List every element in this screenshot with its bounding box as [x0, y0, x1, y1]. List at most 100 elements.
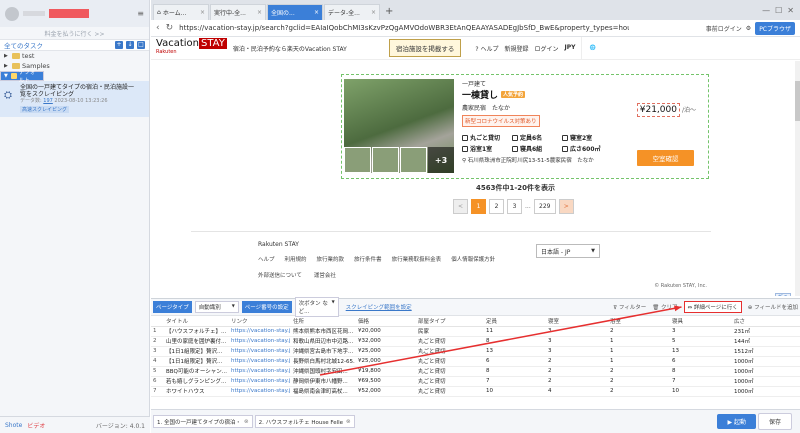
column-header[interactable]: 広さ: [731, 316, 800, 327]
listing-card[interactable]: +3 一戸建て 一棟貸し 人気予約 農家民宿 たなか 新型コロナウイルス対策あり…: [341, 74, 709, 179]
footer-link[interactable]: 利用規約: [285, 255, 307, 263]
table-row[interactable]: 7ホワイトハウスhttps://vacation-stay.jp/l/...福島…: [151, 386, 800, 397]
language-select[interactable]: 日本語 - JP ▼: [536, 244, 600, 258]
run-button[interactable]: ▶ 起動: [717, 414, 756, 429]
close-window-icon[interactable]: ✕: [787, 6, 794, 15]
listing-photo[interactable]: +3: [344, 79, 454, 173]
footer-link[interactable]: 個人情報保護方針: [451, 255, 495, 263]
bottom-tab-1[interactable]: 1. 全国の一戸建てタイプの宿泊・ ⊗: [153, 415, 253, 428]
save-button[interactable]: 保存: [757, 413, 792, 430]
table-row[interactable]: 3【1日1組限定】贅沢...https://vacation-stay.jp/l…: [151, 346, 800, 357]
settings-icon[interactable]: ⚙: [746, 25, 751, 32]
maximize-icon[interactable]: ☐: [775, 6, 782, 15]
currency-selector[interactable]: JPY: [565, 44, 576, 53]
site-logo[interactable]: Vacation STAY Rakuten: [156, 38, 227, 56]
pc-browser-button[interactable]: PCブラウザ: [755, 21, 795, 35]
folder-icon: [12, 53, 20, 59]
upgrade-link[interactable]: 料金を払うに行く >>: [0, 27, 149, 39]
table-cell: 1512㎡: [731, 346, 800, 357]
collapse-button[interactable]: 折る: [774, 293, 791, 296]
table-row[interactable]: 5BBQ可能のオーシャン...https://vacation-stay.jp/…: [151, 366, 800, 377]
tree-folder-default[interactable]: ▼ デフォルト: [0, 70, 44, 84]
column-header[interactable]: 寝具: [669, 316, 731, 327]
avatar[interactable]: [5, 6, 19, 21]
chevron-down-icon[interactable]: ▼: [4, 73, 9, 79]
minimize-icon[interactable]: —: [762, 6, 770, 15]
scrape-range-link[interactable]: スクレイピング範囲を設定: [346, 303, 412, 311]
column-header[interactable]: タイトル: [163, 316, 228, 327]
go-detail-page-button[interactable]: ⇔ 詳細ページに行く: [683, 301, 742, 313]
column-header[interactable]: 部屋タイプ: [415, 316, 483, 327]
tab-home[interactable]: ⌂ ホーム... ×: [153, 4, 209, 20]
address-bar: ‹ ↻ https://vacation-stay.jp/search?gcli…: [151, 20, 800, 37]
chevron-right-icon[interactable]: ▶: [4, 63, 10, 69]
clear-button[interactable]: 🗑 クリア: [652, 303, 677, 311]
add-tab-button[interactable]: +: [381, 4, 397, 20]
page-scrollbar[interactable]: [795, 61, 800, 296]
close-icon[interactable]: ×: [200, 9, 205, 16]
tab-active[interactable]: 全国の... ×: [267, 4, 323, 20]
filter-button[interactable]: ⊽ フィルター: [613, 303, 646, 311]
close-icon[interactable]: ×: [314, 9, 319, 16]
more-photos[interactable]: +3: [428, 147, 454, 173]
column-header[interactable]: 価格: [355, 316, 415, 327]
task-data-count[interactable]: 197: [43, 98, 53, 104]
tab-data[interactable]: データ-全... ×: [324, 4, 380, 20]
login-nav[interactable]: ログイン: [534, 44, 558, 53]
column-header[interactable]: [151, 316, 163, 327]
bottom-tab-2[interactable]: 2. ハウスフォルチェ House Felle ⊗: [254, 415, 355, 428]
check-availability-button[interactable]: 空室確認: [637, 150, 694, 166]
column-header[interactable]: 寝室: [545, 316, 607, 327]
footer-link[interactable]: 運営会社: [314, 271, 336, 279]
back-icon[interactable]: ‹: [156, 23, 160, 33]
column-header[interactable]: 浴室: [607, 316, 669, 327]
signup-nav[interactable]: 新規登録: [504, 44, 528, 53]
column-header[interactable]: 定員: [483, 316, 545, 327]
help-nav[interactable]: ? ヘルプ: [475, 44, 498, 53]
table-row[interactable]: 1【ハウスフォルチェ】...https://vacation-stay.jp/l…: [151, 326, 800, 337]
column-header[interactable]: リンク: [228, 316, 290, 327]
page-2-button[interactable]: 2: [489, 199, 504, 214]
table-row[interactable]: 4【1日1組限定】贅沢...https://vacation-stay.jp/l…: [151, 356, 800, 367]
table-row[interactable]: 6若も嬉しグランピング...https://vacation-stay.jp/l…: [151, 376, 800, 387]
task-item[interactable]: ⛭ 全国の一戸建てタイプの宿泊・民泊施設一 覧をスクレイピング データ数: 19…: [0, 81, 149, 117]
footer-link[interactable]: 旅行業約款: [317, 255, 345, 263]
footer-link[interactable]: 外部送信について: [258, 271, 302, 279]
menu-icon[interactable]: ≡: [137, 9, 144, 18]
close-icon[interactable]: ×: [371, 9, 376, 16]
area-icon: [562, 145, 568, 152]
all-tasks-label[interactable]: 全てのタスク: [4, 40, 43, 50]
new-task-icon[interactable]: +: [115, 41, 123, 49]
list-property-button[interactable]: 宿泊施設を掲載する: [388, 39, 462, 57]
close-icon[interactable]: ⊗: [346, 419, 351, 425]
next-page-button[interactable]: >: [558, 199, 574, 214]
footer-link[interactable]: 旅行条件書: [354, 255, 382, 263]
footer-link[interactable]: ヘルプ: [258, 255, 275, 263]
language-badge[interactable]: 🌐: [581, 37, 603, 59]
tab-running[interactable]: 実行中-全... ×: [210, 4, 266, 20]
paging-select[interactable]: 次ボタン など... ▼: [294, 297, 339, 317]
table-row[interactable]: 2山里の家庭を囲炉裏付...https://vacation-stay.jp/l…: [151, 336, 800, 347]
prev-page-button[interactable]: <: [453, 199, 468, 214]
prelogin-button[interactable]: 事前ログイン: [706, 24, 742, 33]
column-header[interactable]: 住所: [290, 316, 355, 327]
tab-label: ホーム...: [162, 10, 187, 17]
url-field[interactable]: https://vacation-stay.jp/search?gclid=EA…: [179, 24, 629, 32]
page-type-select[interactable]: 自動識別 ▼: [194, 301, 239, 313]
tree-folder-test[interactable]: ▶ test: [0, 51, 149, 61]
import-icon[interactable]: ↓: [126, 41, 134, 49]
help-link[interactable]: Shote: [5, 422, 22, 429]
close-icon[interactable]: ⊗: [244, 419, 249, 425]
close-icon[interactable]: ×: [257, 9, 262, 16]
chevron-right-icon[interactable]: ▶: [4, 53, 10, 59]
page-1-button[interactable]: 1: [471, 199, 486, 214]
add-field-button[interactable]: ⊕ フィールドを追加: [748, 303, 798, 311]
refresh-icon[interactable]: ↻: [166, 23, 174, 33]
video-link[interactable]: ビデオ: [27, 421, 45, 430]
listing-title[interactable]: 一棟貸し: [462, 88, 498, 101]
page-last-button[interactable]: 229: [533, 199, 556, 214]
footer-link[interactable]: 旅行業務取扱料金表: [392, 255, 442, 263]
folder-icon[interactable]: □: [137, 41, 145, 49]
page-3-button[interactable]: 3: [507, 199, 522, 214]
scrollbar-thumb[interactable]: [795, 81, 800, 121]
